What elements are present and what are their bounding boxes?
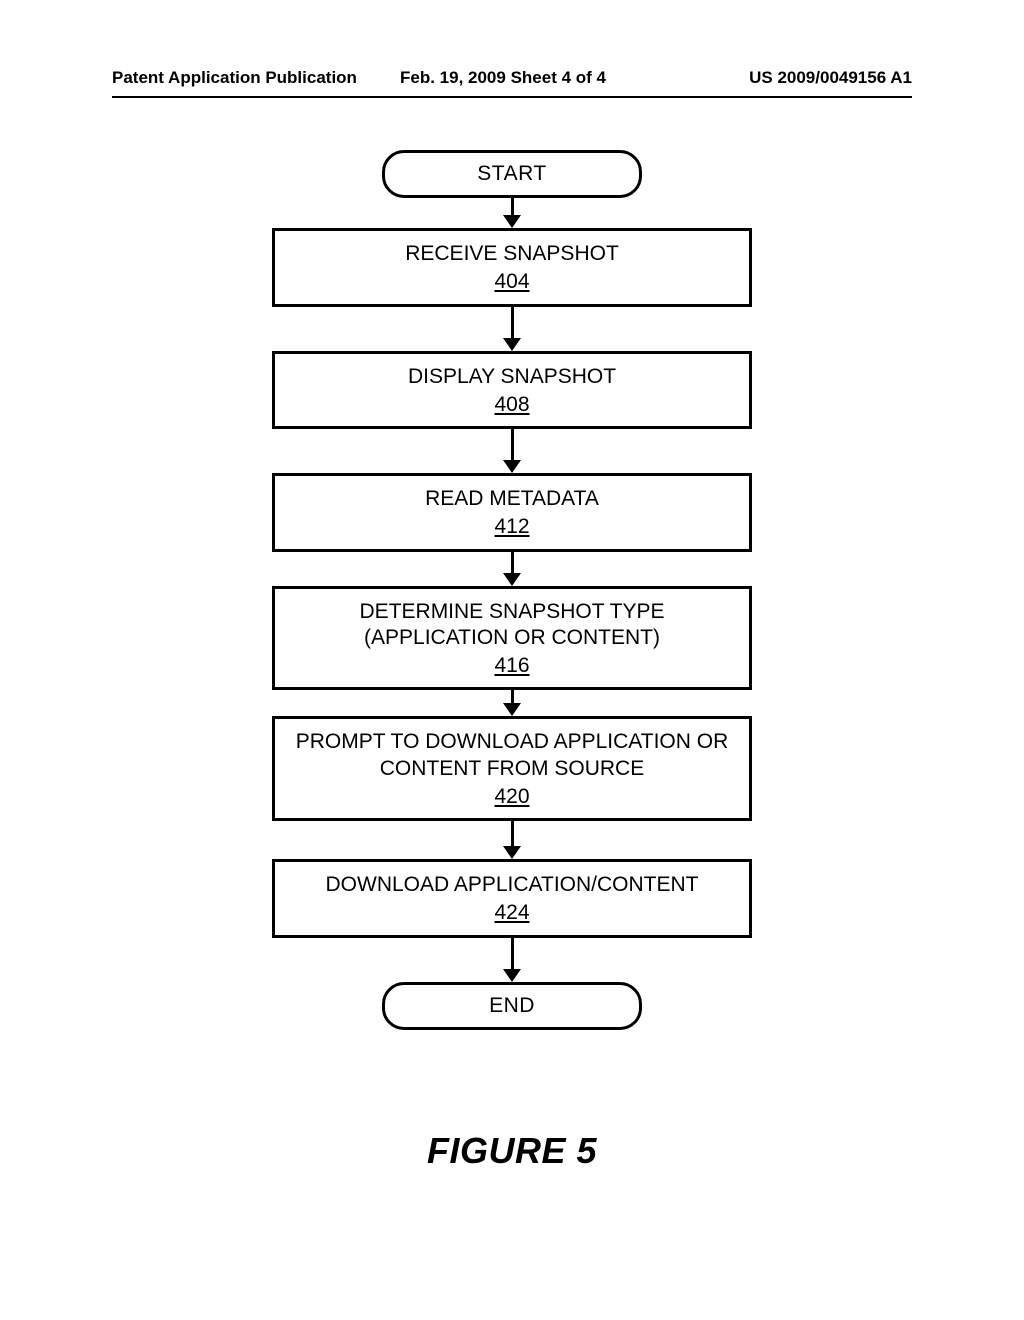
arrow-shaft: [511, 429, 514, 461]
process-step-ref: 424: [494, 900, 529, 926]
process-step-text: DETERMINE SNAPSHOT TYPE (APPLICATION OR …: [287, 599, 737, 652]
arrow: [503, 307, 521, 351]
process-step-0: RECEIVE SNAPSHOT 404: [272, 228, 752, 307]
process-step-5: DOWNLOAD APPLICATION/CONTENT 424: [272, 859, 752, 938]
terminator-end: END: [382, 982, 642, 1030]
arrow: [503, 198, 521, 228]
arrow-head-icon: [503, 969, 521, 982]
arrow-shaft: [511, 938, 514, 970]
terminator-start: START: [382, 150, 642, 198]
process-step-1: DISPLAY SNAPSHOT 408: [272, 351, 752, 430]
arrow-head-icon: [503, 703, 521, 716]
process-step-ref: 408: [494, 392, 529, 418]
process-step-text: PROMPT TO DOWNLOAD APPLICATION OR CONTEN…: [287, 729, 737, 782]
arrow-head-icon: [503, 460, 521, 473]
arrow: [503, 552, 521, 586]
arrow-head-icon: [503, 846, 521, 859]
arrow-head-icon: [503, 338, 521, 351]
header-middle-text: Feb. 19, 2009 Sheet 4 of 4: [400, 68, 606, 88]
terminator-end-label: END: [489, 994, 535, 1018]
arrow-shaft: [511, 690, 514, 704]
header-right-text: US 2009/0049156 A1: [749, 68, 912, 88]
process-step-3: DETERMINE SNAPSHOT TYPE (APPLICATION OR …: [272, 586, 752, 691]
figure-label: FIGURE 5: [0, 1130, 1024, 1172]
arrow: [503, 429, 521, 473]
page: Patent Application Publication Feb. 19, …: [0, 0, 1024, 1320]
process-step-ref: 404: [494, 269, 529, 295]
arrow-shaft: [511, 821, 514, 847]
header-divider: [112, 96, 912, 98]
arrow-head-icon: [503, 215, 521, 228]
arrow-head-icon: [503, 573, 521, 586]
process-step-4: PROMPT TO DOWNLOAD APPLICATION OR CONTEN…: [272, 716, 752, 821]
arrow-shaft: [511, 307, 514, 339]
process-step-text: DISPLAY SNAPSHOT: [287, 364, 737, 390]
arrow: [503, 690, 521, 716]
process-step-ref: 412: [494, 514, 529, 540]
process-step-text: RECEIVE SNAPSHOT: [287, 241, 737, 267]
arrow: [503, 821, 521, 859]
process-step-text: READ METADATA: [287, 486, 737, 512]
process-step-ref: 416: [494, 653, 529, 679]
flowchart: START RECEIVE SNAPSHOT 404 DISPLAY SNAPS…: [0, 150, 1024, 1030]
header-left-text: Patent Application Publication: [112, 68, 357, 88]
arrow-shaft: [511, 552, 514, 574]
process-step-ref: 420: [494, 784, 529, 810]
process-step-2: READ METADATA 412: [272, 473, 752, 552]
arrow-shaft: [511, 198, 514, 216]
terminator-start-label: START: [477, 162, 546, 186]
arrow: [503, 938, 521, 982]
process-step-text: DOWNLOAD APPLICATION/CONTENT: [287, 872, 737, 898]
